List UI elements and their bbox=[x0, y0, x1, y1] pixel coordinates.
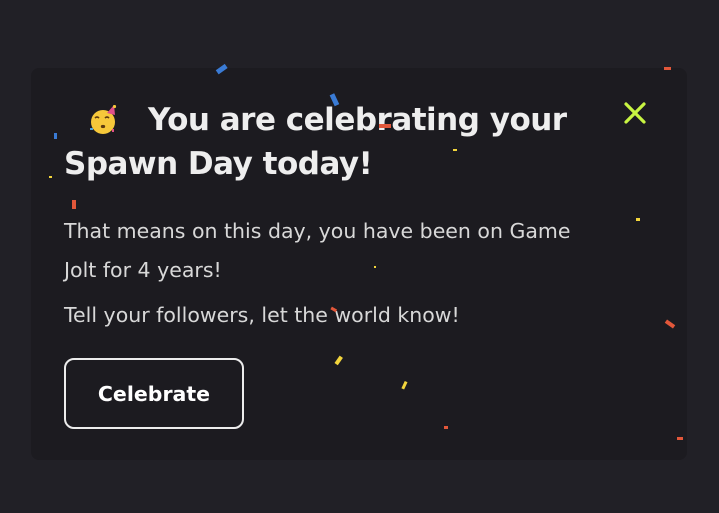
spawn-day-message: That means on this day, you have been on… bbox=[64, 219, 571, 282]
spawn-day-title: You are celebrating your Spawn Day today… bbox=[64, 98, 594, 186]
celebrate-button[interactable]: Celebrate bbox=[64, 358, 244, 429]
close-icon[interactable] bbox=[620, 99, 650, 129]
title-text: You are celebrating your Spawn Day today… bbox=[64, 102, 567, 182]
spawn-day-call-to-action: Tell your followers, let the world know! bbox=[64, 303, 460, 327]
party-face-icon bbox=[88, 103, 118, 134]
